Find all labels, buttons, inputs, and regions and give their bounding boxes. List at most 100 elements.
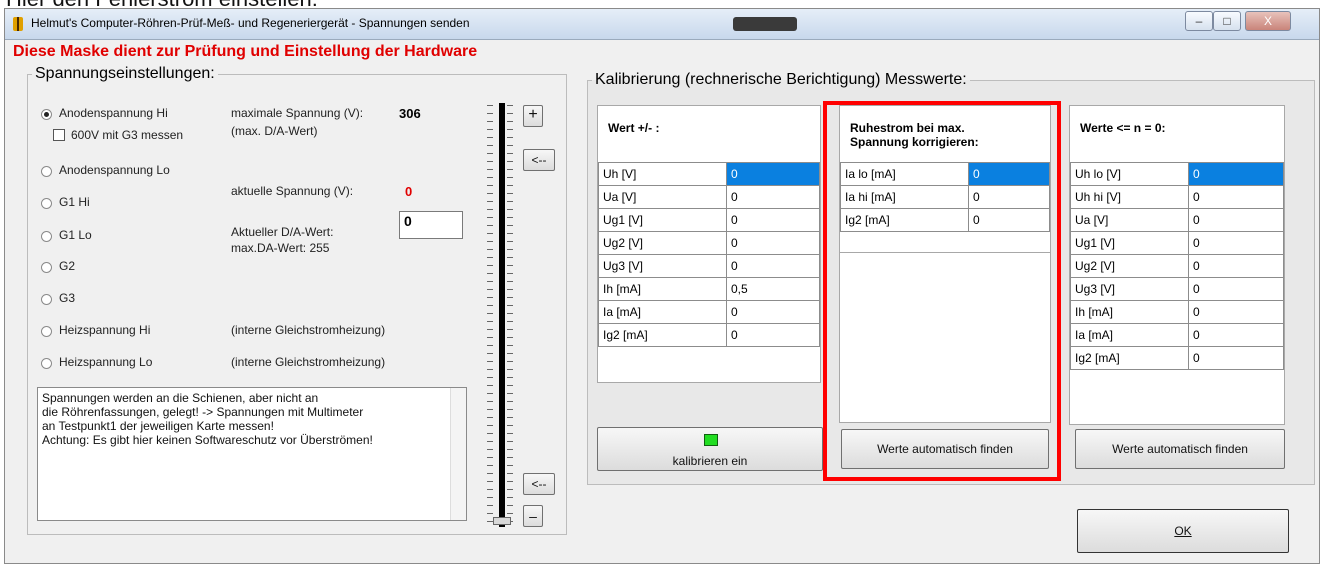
row-value-cell[interactable]: 0 [726, 323, 820, 347]
slider-tick [507, 273, 513, 274]
slider-tick [487, 409, 493, 410]
max-voltage-value: 306 [399, 106, 421, 121]
step-down-arrow-button[interactable]: <-- [523, 473, 555, 495]
memo-line: an Testpunkt1 der jeweiligen Karte messe… [42, 419, 274, 433]
row-value-cell[interactable]: 0 [1188, 185, 1284, 209]
slider-tick [507, 289, 513, 290]
radio-g1-lo[interactable] [41, 231, 52, 242]
close-button[interactable]: X [1245, 11, 1291, 31]
slider-tick [507, 345, 513, 346]
slider-tick [487, 433, 493, 434]
quiescent-grid: Ia lo [mA] 0 Ia hi [mA] 0 Ig2 [mA] 0 [840, 162, 1050, 232]
slider-tick [507, 393, 513, 394]
auto-find-quiescent-button[interactable]: Werte automatisch finden [841, 429, 1049, 469]
row-value-cell[interactable]: 0 [726, 231, 820, 255]
minimize-button[interactable]: – [1185, 11, 1213, 31]
slider-tick [507, 193, 513, 194]
slider-tick [487, 121, 493, 122]
slider-tick [487, 473, 493, 474]
table-row: Ih [mA] 0 [1070, 300, 1284, 324]
slider-tick [507, 297, 513, 298]
slider-tick [507, 233, 513, 234]
voltage-slider[interactable] [479, 103, 517, 527]
slider-tick [507, 369, 513, 370]
table-row: Ig2 [mA] 0 [598, 323, 820, 347]
slider-tick [507, 321, 513, 322]
radio-heizspannung-hi[interactable] [41, 326, 52, 337]
slider-tick [487, 129, 493, 130]
row-value-cell[interactable]: 0,5 [726, 277, 820, 301]
memo-scrollbar[interactable] [450, 388, 466, 520]
row-value-cell[interactable]: 0 [726, 185, 820, 209]
slider-tick [507, 177, 513, 178]
row-value-cell[interactable]: 0 [1188, 208, 1284, 232]
calibration-legend: Kalibrierung (rechnerische Berichtigung)… [595, 71, 967, 88]
slider-tick [507, 129, 513, 130]
row-value-cell[interactable]: 0 [1188, 346, 1284, 370]
row-label: Ih [mA] [1070, 300, 1189, 324]
radio-g3[interactable] [41, 294, 52, 305]
slider-tick [487, 241, 493, 242]
quiescent-title-line2: Spannung korrigieren: [850, 135, 979, 149]
checkbox-600v-g3[interactable] [53, 129, 65, 141]
slider-tick [487, 385, 493, 386]
row-value-cell[interactable]: 0 [726, 208, 820, 232]
row-value-cell[interactable]: 0 [1188, 162, 1284, 186]
slider-tick [487, 201, 493, 202]
info-memo[interactable]: Spannungen werden an die Schienen, aber … [37, 387, 467, 521]
row-value-cell[interactable]: 0 [968, 208, 1050, 232]
slider-tick [487, 153, 493, 154]
row-label: Uh [V] [598, 162, 727, 186]
row-value-cell[interactable]: 0 [726, 300, 820, 324]
row-value-cell[interactable]: 0 [1188, 254, 1284, 278]
slider-thumb[interactable] [493, 517, 511, 525]
slider-tick [507, 241, 513, 242]
ok-button[interactable]: OK [1077, 509, 1289, 553]
row-value-cell[interactable]: 0 [1188, 300, 1284, 324]
slider-tick [487, 185, 493, 186]
current-da-input[interactable]: 0 [399, 211, 463, 239]
row-label: Uh lo [V] [1070, 162, 1189, 186]
calibration-led-icon [704, 434, 718, 446]
row-value-cell[interactable]: 0 [726, 162, 820, 186]
row-label: Ih [mA] [598, 277, 727, 301]
slider-tick [487, 449, 493, 450]
radio-heizspannung-lo[interactable] [41, 358, 52, 369]
row-value-cell[interactable]: 0 [1188, 231, 1284, 255]
calibrate-on-button[interactable]: kalibrieren ein [597, 427, 823, 471]
table-row: Ug3 [V] 0 [1070, 277, 1284, 301]
slider-tick [487, 417, 493, 418]
slider-tick [487, 481, 493, 482]
offset-panel-title: Wert +/- : [608, 121, 660, 135]
row-label: Ug1 [V] [1070, 231, 1189, 255]
slider-tick [487, 369, 493, 370]
radio-anodenspannung-hi[interactable] [41, 109, 52, 120]
auto-find-threshold-button[interactable]: Werte automatisch finden [1075, 429, 1285, 469]
slider-tick [507, 417, 513, 418]
table-row: Uh [V] 0 [598, 162, 820, 186]
slider-tick [507, 201, 513, 202]
slider-tick [487, 513, 493, 514]
row-value-cell[interactable]: 0 [968, 162, 1050, 186]
slider-tick [487, 393, 493, 394]
main-window: Helmut's Computer-Röhren-Prüf-Meß- und R… [4, 8, 1320, 564]
table-row: Ua [V] 0 [598, 185, 820, 209]
slider-tick [507, 153, 513, 154]
radio-g1-hi[interactable] [41, 198, 52, 209]
plus-button[interactable]: + [523, 105, 543, 127]
row-value-cell[interactable]: 0 [726, 254, 820, 278]
slider-tick [507, 121, 513, 122]
slider-tick [487, 505, 493, 506]
radio-g2[interactable] [41, 262, 52, 273]
row-value-cell[interactable]: 0 [1188, 323, 1284, 347]
current-voltage-label: aktuelle Spannung (V): [231, 184, 354, 198]
minus-button[interactable]: – [523, 505, 543, 527]
row-value-cell[interactable]: 0 [968, 185, 1050, 209]
maximize-button[interactable]: □ [1213, 11, 1241, 31]
slider-tick [487, 457, 493, 458]
radio-anodenspannung-lo[interactable] [41, 166, 52, 177]
ok-button-label: OK [1174, 524, 1192, 538]
row-value-cell[interactable]: 0 [1188, 277, 1284, 301]
radio-label-g1-hi: G1 Hi [59, 195, 90, 209]
step-up-arrow-button[interactable]: <-- [523, 149, 555, 171]
